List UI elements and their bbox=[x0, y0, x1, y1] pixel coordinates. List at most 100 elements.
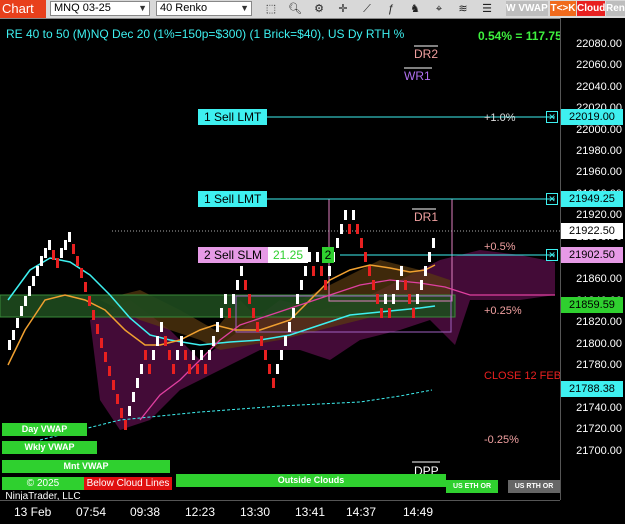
renko-brick bbox=[184, 350, 187, 360]
renko-brick bbox=[24, 296, 27, 306]
wkly-vwap-bar: Wkly VWAP bbox=[2, 441, 97, 454]
renko-brick bbox=[88, 296, 91, 306]
price-tick: 21920.00 bbox=[576, 209, 622, 222]
data-series-icon[interactable]: ≋ bbox=[454, 1, 472, 17]
ichimoku-cloud-purple bbox=[90, 250, 555, 430]
renko-brick bbox=[248, 294, 251, 304]
renko-brick bbox=[400, 266, 403, 276]
renko-brick bbox=[424, 266, 427, 276]
renko-brick bbox=[136, 378, 139, 388]
renko-brick bbox=[228, 308, 231, 318]
wr1-label: WR1 bbox=[404, 69, 431, 83]
wvwap-button[interactable]: W VWAP bbox=[506, 1, 548, 16]
renko-brick bbox=[112, 380, 115, 390]
bar-type-value: 40 Renko bbox=[160, 2, 208, 14]
time-tick: 13 Feb bbox=[14, 505, 52, 519]
renko-brick bbox=[324, 280, 327, 290]
renko-brick bbox=[392, 294, 395, 304]
renko-brick bbox=[188, 364, 191, 374]
renko-brick bbox=[12, 330, 15, 340]
outside-clouds-bar: Outside Clouds bbox=[176, 474, 446, 487]
tk-button[interactable]: T<>K bbox=[550, 1, 576, 16]
renko-brick bbox=[128, 406, 131, 416]
renko-brick bbox=[236, 280, 239, 290]
renko-brick bbox=[320, 266, 323, 276]
price-tick: 21980.00 bbox=[576, 145, 622, 157]
renko-brick bbox=[364, 252, 367, 262]
cloud-button[interactable]: Cloud bbox=[577, 1, 605, 16]
renko-brick bbox=[48, 240, 51, 250]
renko-brick bbox=[180, 336, 183, 346]
time-tick: 14:49 bbox=[403, 505, 434, 519]
chart-menu-button[interactable]: Chart bbox=[0, 0, 46, 18]
below-cloud-lines-bar: Below Cloud Lines bbox=[84, 477, 172, 490]
template-icon[interactable]: ☰ bbox=[478, 1, 496, 17]
cancel-order-3-icon[interactable]: ✕ bbox=[546, 249, 558, 261]
price-tick: 21960.00 bbox=[576, 166, 622, 179]
renko-brick bbox=[380, 308, 383, 318]
renko-brick bbox=[8, 340, 11, 350]
renko-brick bbox=[276, 364, 279, 374]
strategy-icon[interactable]: ♞ bbox=[406, 1, 424, 17]
renko-brick bbox=[312, 266, 315, 276]
renko-brick bbox=[156, 336, 159, 346]
renko-brick bbox=[360, 238, 363, 248]
renko-brick bbox=[192, 350, 195, 360]
renko-brick bbox=[152, 350, 155, 360]
renko-brick bbox=[408, 294, 411, 304]
sell-slm-price[interactable]: 21.25 bbox=[268, 247, 308, 263]
renko-brick bbox=[76, 256, 79, 266]
chevron-down-icon: ▼ bbox=[240, 3, 249, 13]
renko-brick bbox=[116, 394, 119, 404]
renko-brick bbox=[92, 310, 95, 320]
instrument-value: MNQ 03-25 bbox=[54, 2, 111, 14]
bar-type-selector[interactable]: 40 Renko ▼ bbox=[156, 1, 252, 16]
renko-brick bbox=[256, 322, 259, 332]
price-tick: 22000.00 bbox=[576, 123, 622, 136]
renko-brick bbox=[308, 252, 311, 262]
instrument-selector[interactable]: MNQ 03-25 ▼ bbox=[50, 1, 150, 16]
renko-brick bbox=[240, 266, 243, 276]
draw-line-icon[interactable]: ⟋ bbox=[358, 1, 376, 17]
renko-brick bbox=[60, 248, 63, 258]
renko-brick bbox=[432, 238, 435, 248]
renko-brick bbox=[428, 252, 431, 262]
sell-slm-order[interactable]: 2 Sell SLM bbox=[198, 247, 269, 263]
renko-brick bbox=[232, 294, 235, 304]
renko-brick bbox=[56, 258, 59, 268]
time-tick: 14:37 bbox=[346, 505, 377, 519]
renko-brick bbox=[292, 308, 295, 318]
renko-brick bbox=[40, 256, 43, 266]
crosshair-icon[interactable]: ✛ bbox=[334, 1, 352, 17]
renko-brick bbox=[252, 308, 255, 318]
pointer-icon[interactable]: ⬚ bbox=[262, 1, 280, 17]
renko-brick bbox=[348, 224, 351, 234]
sell-lmt-2-order[interactable]: 1 Sell LMT bbox=[198, 191, 268, 207]
renko-brick bbox=[72, 244, 75, 254]
renko-brick bbox=[32, 276, 35, 286]
renko-button[interactable]: Renko bbox=[606, 1, 625, 16]
indicators-icon[interactable]: ƒ bbox=[382, 1, 400, 17]
renko-brick bbox=[420, 280, 423, 290]
cancel-order-2-icon[interactable]: ✕ bbox=[546, 193, 558, 205]
price-tick: 21700.00 bbox=[576, 444, 622, 457]
zoom-icon[interactable]: 🔍︎ bbox=[286, 1, 304, 17]
renko-brick bbox=[28, 286, 31, 296]
sell-lmt-1-order[interactable]: 1 Sell LMT bbox=[198, 109, 268, 125]
renko-brick bbox=[100, 338, 103, 348]
renko-brick bbox=[328, 266, 331, 276]
time-tick: 13:41 bbox=[295, 505, 326, 519]
time-axis[interactable]: 13 Feb 07:54 09:38 12:23 13:30 13:41 14:37 14:4… bbox=[0, 500, 560, 524]
price-tick: 22040.00 bbox=[576, 80, 622, 93]
chart-trader-icon[interactable]: ⌖ bbox=[430, 1, 448, 17]
price-tick: 21800.00 bbox=[576, 337, 622, 350]
renko-brick bbox=[344, 210, 347, 220]
renko-brick bbox=[404, 280, 407, 290]
sell-slm-qty[interactable]: 2 bbox=[322, 247, 334, 263]
renko-brick bbox=[220, 308, 223, 318]
dr2-label: DR2 bbox=[414, 47, 439, 61]
renko-brick bbox=[284, 336, 287, 346]
properties-icon[interactable]: ⚙ bbox=[310, 1, 328, 17]
renko-brick bbox=[168, 350, 171, 360]
cancel-order-1-icon[interactable]: ✕ bbox=[546, 111, 558, 123]
